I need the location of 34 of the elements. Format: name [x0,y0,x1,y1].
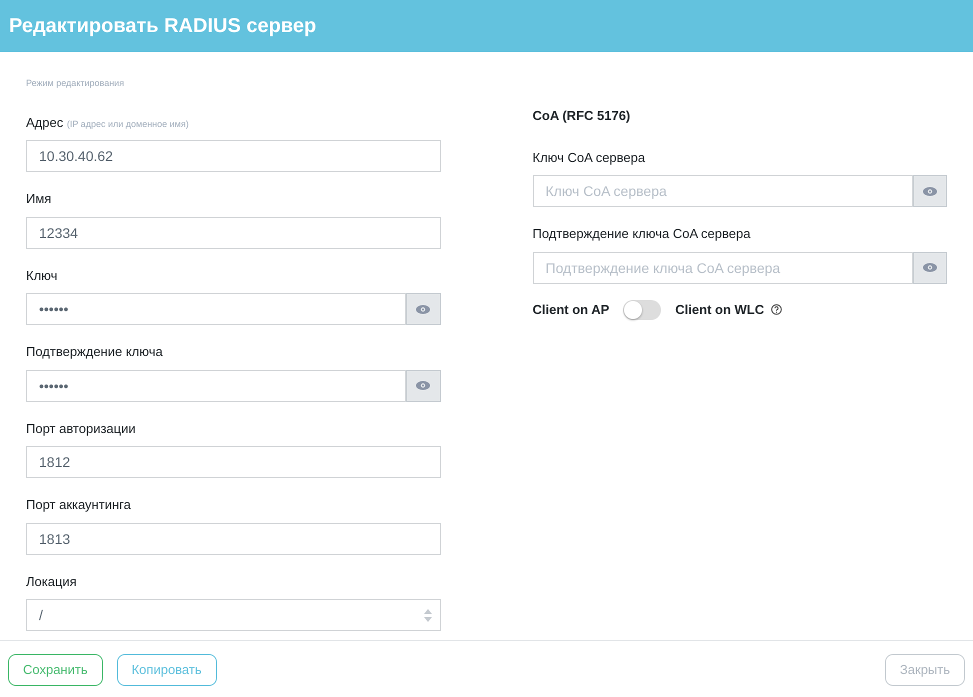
input-field[interactable]: 1813 [26,522,440,554]
mode-label: Режим редактирования [26,77,124,90]
input-field[interactable]: Ключ CoA сервера [532,175,913,207]
input-field[interactable]: 12334 [26,216,440,248]
input-field[interactable]: •••••• [26,370,406,402]
show-password-button[interactable] [406,370,440,402]
help-icon[interactable] [771,304,782,315]
field-label: Имя [26,190,52,208]
input-field[interactable]: 10.30.40.62 [26,140,440,172]
show-password-button[interactable] [406,293,440,325]
eye-icon [922,263,937,272]
field-label: Порт авторизации [26,420,136,438]
eye-icon [416,304,430,314]
field-label: Порт аккаунтинга [26,496,131,514]
field-label: Подтверждение ключа [26,343,163,361]
sort-arrows-icon [424,609,432,622]
toggle-label: Client on WLC [675,300,764,319]
dialog-title: Редактировать RADIUS сервер [9,14,316,38]
field-label: Подтверждение ключа CoA сервера [532,225,750,243]
show-password-button[interactable] [912,252,947,284]
toggle-switch[interactable] [623,300,662,320]
toggle-label: Client on AP [532,300,610,319]
field-label: Адрес (IP адрес или доменное имя) [26,114,189,132]
input-field[interactable]: •••••• [26,293,406,325]
input-field[interactable]: Подтверждение ключа CoA сервера [532,252,913,284]
input-field[interactable]: / [26,599,440,631]
field-label: Ключ [26,266,58,284]
field-label: Локация [26,572,77,591]
show-password-button[interactable] [912,175,947,207]
input-field[interactable]: 1812 [26,446,440,478]
eye-icon [416,381,430,390]
field-label: Ключ CoA сервера [532,148,646,167]
eye-icon [922,186,937,196]
section-title: CoA (RFC 5176) [532,107,630,125]
